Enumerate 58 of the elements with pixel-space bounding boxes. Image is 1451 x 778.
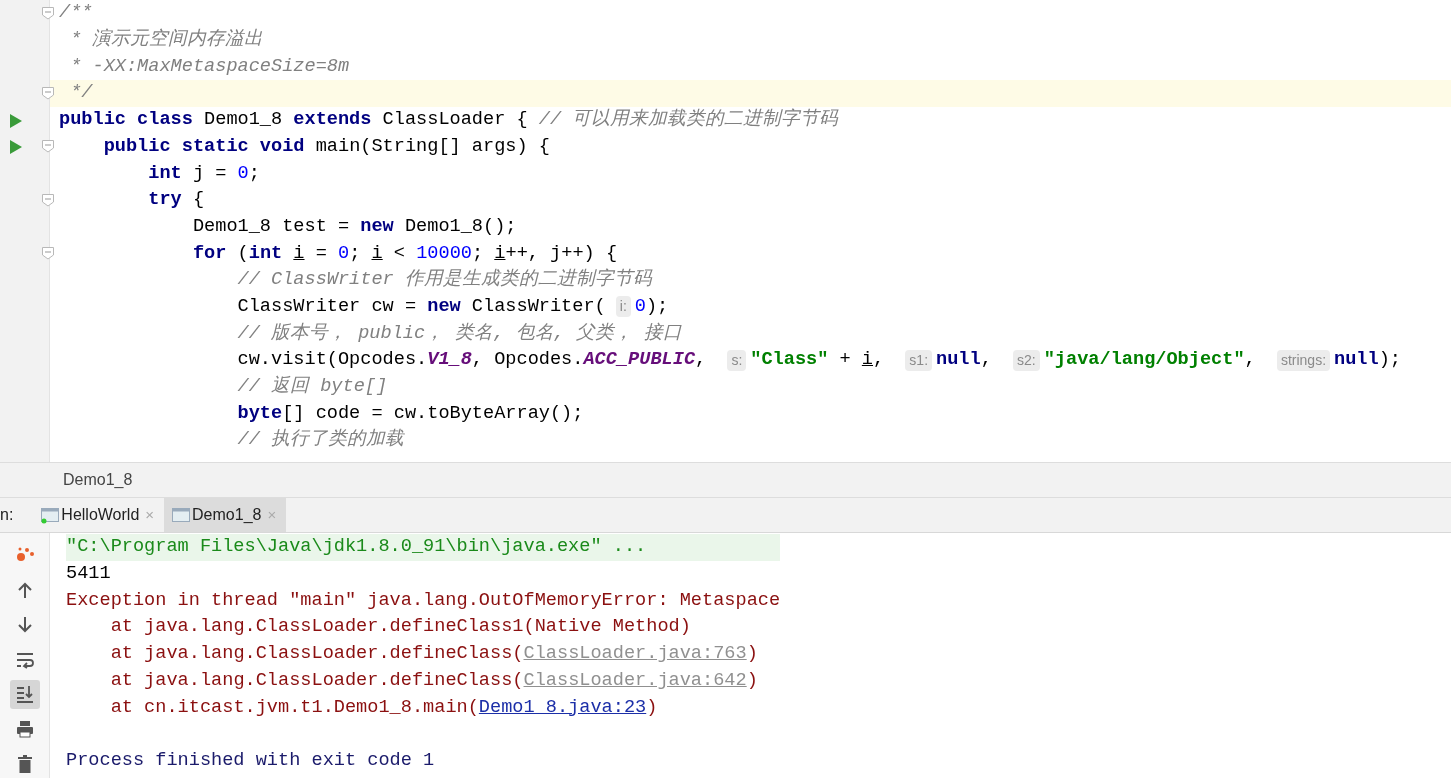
code-line: // ClassWriter 作用是生成类的二进制字节码 (237, 267, 652, 293)
run-tab[interactable]: HelloWorld × (33, 498, 165, 532)
code-line: "Class" + i, (750, 348, 886, 373)
source-link[interactable]: Demo1_8.java:23 (478, 693, 647, 722)
command-line: "C:\Program Files\Java\jdk1.8.0_91\bin\java.exe" ... (66, 535, 647, 560)
run-icon[interactable] (9, 139, 23, 156)
console-icon (41, 507, 60, 524)
code-line: 0); (634, 294, 669, 319)
fold-icon[interactable] (42, 247, 54, 261)
console-icon (172, 507, 191, 524)
scroll-to-end-button[interactable] (9, 679, 40, 709)
run-tab[interactable]: Demo1_8 × (164, 498, 287, 532)
fold-icon[interactable] (42, 193, 54, 207)
error-line: ) (646, 695, 658, 720)
panel-label: n: (0, 505, 15, 525)
breadcrumb[interactable]: Demo1_8 (63, 468, 133, 492)
error-line: ) (746, 668, 758, 693)
code-line: null); (1334, 348, 1401, 373)
error-line: at java.lang.ClassLoader.defineClass( (110, 642, 524, 667)
printer-icon (15, 719, 34, 738)
code-line: null, (936, 348, 993, 373)
code-line: * 演示元空间内存溢出 (70, 27, 264, 53)
code-line: "java/lang/Object", (1043, 348, 1257, 373)
code-line: public class Demo1_8 extends ClassLoader { // 可以用来加载类的二进制字节码 (59, 107, 839, 133)
error-line: Exception in thread "main" java.lang.OutOfMemoryError: Metaspace (66, 588, 781, 613)
parameter-hint: s1: (905, 349, 933, 371)
code-line: * -XX:MaxMetaspaceSize=8m (70, 54, 350, 79)
exit-message: Process finished with exit code 1 (66, 748, 435, 773)
parameter-hint: i: (615, 296, 631, 318)
parameter-hint: s: (727, 349, 747, 371)
code-line: ClassWriter cw = new ClassWriter( (237, 294, 606, 319)
code-line: byte[] code = cw.toByteArray(); (237, 401, 584, 426)
code-line: // 执行了类的加载 (237, 427, 404, 453)
fold-icon[interactable] (42, 7, 54, 20)
code-line: int j = 0; (148, 161, 260, 186)
code-line: try { (148, 188, 205, 213)
fold-icon[interactable] (42, 140, 54, 154)
code-line: Demo1_8 test = new Demo1_8(); (192, 214, 517, 239)
down-arrow-icon (15, 615, 34, 634)
code-line: public static void main(String[] args) { (103, 134, 550, 159)
soft-wrap-icon (15, 650, 34, 669)
error-line: ) (746, 642, 758, 667)
code-line: // 版本号， public， 类名, 包名, 父类， 接口 (237, 321, 683, 346)
code-line: /** (59, 1, 93, 26)
code-line: // 返回 byte[] (237, 374, 388, 400)
parameter-hint: s2: (1013, 349, 1040, 371)
output-line: 5411 (66, 562, 111, 587)
run-icon[interactable] (9, 112, 23, 129)
scroll-to-end-icon (15, 685, 34, 704)
error-line: at java.lang.ClassLoader.defineClass( (110, 668, 524, 693)
parameter-hint: strings: (1276, 349, 1330, 371)
trash-icon (15, 754, 34, 773)
error-line: at cn.itcast.jvm.t1.Demo1_8.main( (110, 695, 479, 720)
error-line: at java.lang.ClassLoader.defineClass1(Native Method) (110, 615, 691, 640)
code-line: */ (70, 81, 93, 106)
fold-icon[interactable] (42, 87, 54, 101)
code-line: cw.visit(Opcodes.V1_8, Opcodes.ACC_PUBLIC, (237, 348, 708, 373)
code-line: for (int i = 0; i < 10000; i++, j++) { (192, 241, 618, 266)
